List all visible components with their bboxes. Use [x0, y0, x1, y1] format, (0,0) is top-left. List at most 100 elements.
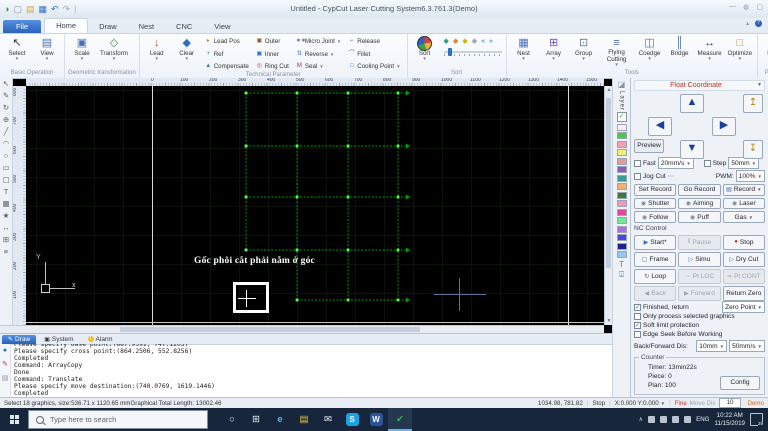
laser-button[interactable]: ◉ Laser — [722, 197, 765, 210]
start--button[interactable]: ▶ Start* — [634, 234, 677, 250]
language-indicator[interactable]: ENG — [696, 416, 709, 423]
reverse-icon-button[interactable]: ⇅ Reverse ▼ — [296, 50, 341, 59]
console-tab-alarm[interactable]: ! Alarm — [82, 335, 119, 344]
horizontal-scrollbar[interactable] — [0, 325, 604, 333]
tab-nest[interactable]: Nest — [128, 20, 165, 33]
sort-order-4-icon[interactable]: ◆ — [472, 38, 477, 45]
notification-icon[interactable]: 29 — [750, 413, 763, 426]
tab-home[interactable]: Home — [44, 18, 89, 33]
layer-color-swatch[interactable] — [616, 191, 627, 199]
layer-color-swatch[interactable] — [616, 157, 627, 165]
vertical-scroll-thumb[interactable] — [606, 98, 611, 268]
layer-color-swatch[interactable] — [616, 242, 627, 250]
minimize-icon[interactable]: — — [729, 3, 736, 11]
group-icon-button[interactable]: ⊡ Group ▼ — [569, 35, 599, 61]
tab-cnc[interactable]: CNC — [165, 20, 203, 33]
stop-button[interactable]: ● Stop — [722, 234, 765, 250]
follow-up-button[interactable]: ↥ — [743, 93, 763, 113]
loop-button[interactable]: ↻ Loop — [634, 268, 677, 284]
sort-order-3-icon[interactable]: ◆ — [462, 38, 467, 45]
aiming-button[interactable]: ◉ Aiming — [678, 197, 721, 210]
rounded-rect-icon[interactable]: ▢ — [2, 176, 9, 184]
sort-prev-icon[interactable]: « — [481, 38, 485, 45]
zoom-icon[interactable]: ⊕ — [3, 116, 9, 124]
taskbar-search[interactable]: Type here to search — [28, 410, 208, 429]
rotate-icon[interactable]: ↻ — [3, 104, 9, 112]
layer-icon-button[interactable]: Layer▼ — [760, 35, 768, 61]
layer-color-swatch[interactable] — [616, 174, 627, 182]
pwm-select[interactable]: 100% ▼ — [735, 170, 765, 183]
jog-right-button[interactable]: ▶ — [712, 116, 736, 136]
help-icon[interactable]: ? — [755, 20, 762, 27]
frame-button[interactable]: ▢ Frame — [634, 251, 677, 267]
follow-down-button[interactable]: ↧ — [743, 139, 763, 159]
inner-icon-button[interactable]: ▣ Inner — [256, 50, 289, 59]
flying-cutting-icon-button[interactable]: ≡ Flying Cutting ▼ — [599, 35, 635, 67]
seal-icon-button[interactable]: M Seal ▼ — [296, 62, 341, 71]
dis-select[interactable]: 10mm ▼ — [696, 340, 728, 353]
record-button[interactable]: ▤ Record ▼ — [722, 183, 765, 196]
outer-icon-button[interactable]: ▣ Outer — [256, 37, 289, 46]
layer-color-swatch[interactable] — [616, 234, 627, 242]
coedge-icon-button[interactable]: ◫ Coedge ▼ — [635, 35, 665, 61]
tab-view[interactable]: View — [203, 20, 241, 33]
tab-file[interactable]: File — [3, 20, 42, 33]
layer-color-swatch[interactable] — [616, 251, 627, 259]
collapse-ribbon-icon[interactable]: ▴ — [746, 20, 749, 27]
array-tool-icon[interactable]: ⊞ — [3, 236, 9, 244]
clear-icon-button[interactable]: ◆ Clear ▼ — [172, 35, 202, 61]
restore-icon[interactable]: ▢ — [756, 3, 763, 11]
fast-speed-select[interactable]: 20mm/s ▼ — [657, 157, 694, 170]
finished-return-checkbox[interactable]: ✓ — [634, 303, 641, 311]
layer-visible-checkbox[interactable]: ✓ — [616, 112, 627, 123]
style-icon[interactable]: ◍ — [743, 3, 749, 11]
rect-icon[interactable]: ▭ — [2, 164, 9, 172]
ring-cut-icon-button[interactable]: ◎ Ring Cut — [256, 62, 289, 71]
go-record-button[interactable]: Go Record — [678, 183, 721, 196]
layer-color-swatch[interactable] — [616, 166, 627, 174]
fine-mode-label[interactable]: Fine — [675, 400, 687, 407]
layer-color-swatch[interactable] — [616, 225, 627, 233]
battery-icon[interactable] — [660, 416, 668, 423]
select-cursor-icon-button[interactable]: ↖ Select ▼ — [2, 35, 32, 61]
skype-icon[interactable]: S — [340, 408, 364, 431]
cloud-icon[interactable] — [648, 416, 656, 423]
set-record-button[interactable]: Set Record — [634, 183, 677, 196]
layer-color-swatch[interactable] — [616, 132, 627, 140]
info-icon[interactable]: ● — [3, 347, 7, 354]
console-tab-system[interactable]: ▣ System — [38, 335, 79, 344]
sort-next-icon[interactable]: » — [489, 38, 493, 45]
layer-color-swatch[interactable] — [616, 140, 627, 148]
pattern-icon[interactable]: ≡ — [4, 248, 8, 256]
cortana-icon[interactable]: ○ — [220, 408, 244, 431]
lead-icon-button[interactable]: ↓ Lead ▼ — [142, 35, 172, 61]
preview-button[interactable]: Preview — [634, 138, 664, 153]
layer-color-swatch[interactable] — [616, 208, 627, 216]
jog-up-button[interactable]: ▲ — [680, 93, 704, 113]
shutter-button[interactable]: ◉ Shutter — [634, 197, 677, 210]
layer-color-swatch[interactable] — [616, 183, 627, 191]
tray-expand-icon[interactable]: ∧ — [639, 416, 643, 423]
edge-icon[interactable]: e — [268, 408, 292, 431]
simu-button[interactable]: ▷ Simu — [678, 251, 721, 267]
volume-icon[interactable] — [684, 416, 692, 423]
cypcut-taskbar-icon[interactable]: ✔ — [388, 408, 412, 431]
mail-icon[interactable]: ✉ — [316, 408, 340, 431]
doc-icon[interactable]: ▤ — [2, 374, 9, 382]
finished-return-select[interactable]: Zero Point ▼ — [722, 301, 765, 314]
measure-tool-icon[interactable]: ↔ — [2, 224, 10, 232]
jog-cut-checkbox[interactable] — [634, 172, 641, 180]
return-zero-button[interactable]: Return Zero — [722, 285, 765, 301]
dis-speed-select[interactable]: 50mm/s ▼ — [729, 340, 765, 353]
view-icon-button[interactable]: ▤ View ▼ — [32, 35, 62, 61]
clock[interactable]: 10:22 AM 11/15/2019 — [714, 412, 745, 426]
file-explorer-icon[interactable]: ▤ — [292, 408, 316, 431]
measure-icon-button[interactable]: ↔ Measure ▼ — [695, 35, 725, 61]
puff-button[interactable]: ◉ Puff — [678, 211, 721, 223]
layer-color-swatch[interactable] — [616, 149, 627, 157]
fillet-icon-button[interactable]: ⌒ Fillet — [348, 50, 400, 59]
step-select[interactable]: 50mm ▼ — [728, 157, 760, 170]
jog-cut-more[interactable]: ⋯ — [668, 172, 675, 180]
scale-icon-button[interactable]: ▣ Scale ▼ — [67, 35, 97, 61]
lead-pos-icon-button[interactable]: ▸ Lead Pos — [205, 37, 249, 46]
